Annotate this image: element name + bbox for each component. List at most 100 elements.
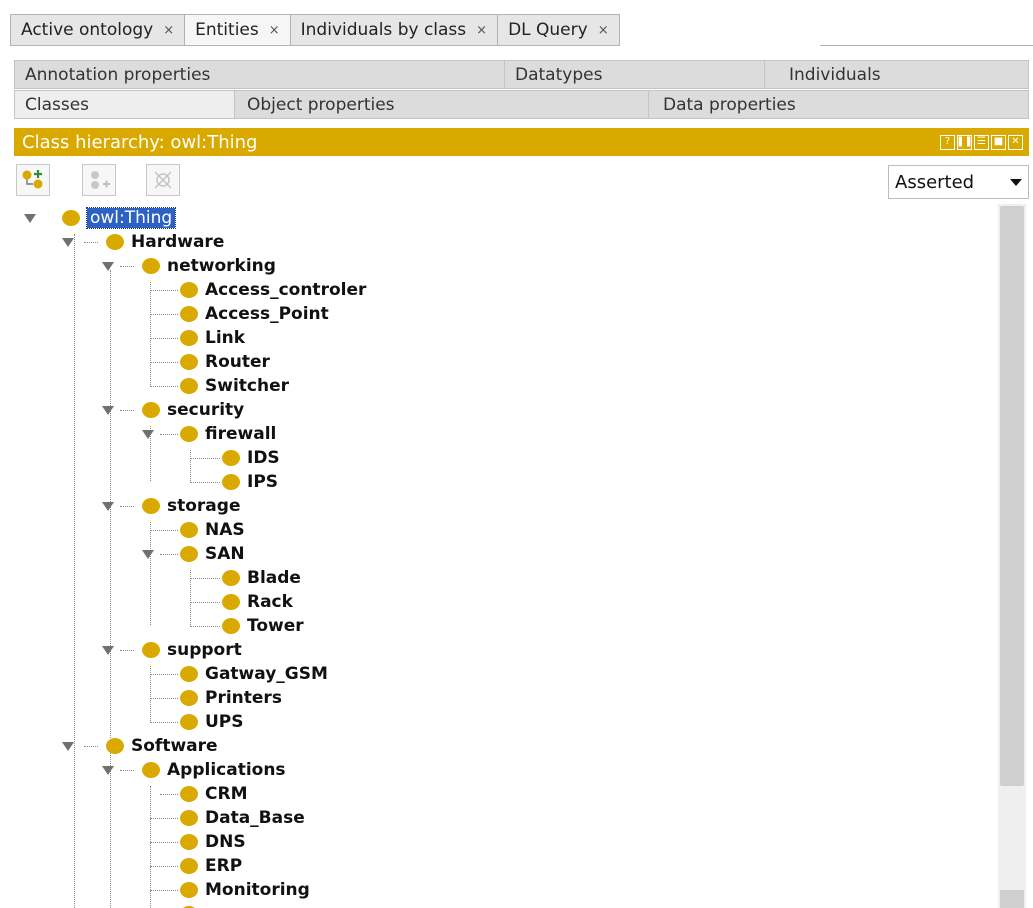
node-label: Switcher [205, 376, 289, 396]
hierarchy-mode-select[interactable]: Asserted [888, 165, 1029, 199]
node-label: Router [205, 352, 270, 372]
tree-node-ids[interactable]: IDS [222, 446, 280, 470]
tree-node-data-base[interactable]: Data_Base [180, 806, 305, 830]
expand-toggle-icon[interactable] [142, 430, 154, 439]
class-icon [222, 450, 240, 466]
tree-node-nas[interactable]: NAS [180, 518, 245, 542]
scrollbar-thumb[interactable] [1000, 206, 1024, 786]
tree-node-hardware[interactable]: Hardware [106, 230, 224, 254]
tree-node-erp[interactable]: ERP [180, 854, 242, 878]
tab-individuals-by-class[interactable]: Individuals by class × [289, 14, 498, 46]
tab-entities[interactable]: Entities × [184, 14, 290, 46]
close-icon[interactable]: ✕ [1008, 134, 1023, 150]
expand-toggle-icon[interactable] [102, 766, 114, 775]
class-hierarchy-header: Class hierarchy: owl:Thing ? ❚❚ ☰ ■ ✕ [14, 128, 1029, 156]
tree-node-router[interactable]: Router [180, 350, 270, 374]
tree-node-owl-thing[interactable]: owl:Thing [62, 206, 177, 230]
view-title: Class hierarchy: owl:Thing [22, 131, 258, 153]
tree-node-gatway-gsm[interactable]: Gatway_GSM [180, 662, 328, 686]
node-label: DNS [205, 832, 246, 852]
tab-active-ontology[interactable]: Active ontology × [10, 14, 185, 46]
tree-node-security[interactable]: security [142, 398, 244, 422]
class-icon [180, 858, 198, 874]
tree-node-software[interactable]: Software [106, 734, 218, 758]
tab-datatypes[interactable]: Datatypes [504, 60, 764, 89]
tab-label: Active ontology [21, 20, 154, 40]
tree-node-dns[interactable]: DNS [180, 830, 246, 854]
expand-toggle-icon[interactable] [102, 262, 114, 271]
tree-node-san[interactable]: SAN [180, 542, 245, 566]
class-icon [180, 786, 198, 802]
expand-toggle-icon[interactable] [142, 550, 154, 559]
tab-classes[interactable]: Classes [14, 90, 234, 119]
expand-toggle-icon[interactable] [24, 214, 36, 223]
tree-node-printers[interactable]: Printers [180, 686, 282, 710]
tree-node-storage[interactable]: storage [142, 494, 240, 518]
tab-object-properties[interactable]: Object properties [234, 90, 648, 119]
tab-dl-query[interactable]: DL Query × [497, 14, 620, 46]
tab-label: Individuals by class [300, 20, 467, 40]
tree-node-rack[interactable]: Rack [222, 590, 293, 614]
class-icon [180, 834, 198, 850]
class-icon [180, 546, 198, 562]
split-vertical-icon[interactable]: ❚❚ [956, 134, 973, 150]
tab-label: Entities [195, 20, 259, 40]
class-icon [180, 282, 198, 298]
tree-node-partial[interactable] [180, 902, 205, 908]
tree-node-ips[interactable]: IPS [222, 470, 278, 494]
node-label: Access_controler [205, 280, 367, 300]
tree-node-tower[interactable]: Tower [222, 614, 304, 638]
close-icon[interactable]: × [598, 23, 609, 38]
close-icon[interactable]: × [269, 23, 280, 38]
add-sibling-button[interactable] [82, 164, 116, 196]
class-icon [180, 306, 198, 322]
tree-node-applications[interactable]: Applications [142, 758, 286, 782]
expand-toggle-icon[interactable] [102, 502, 114, 511]
node-label: Data_Base [205, 808, 305, 828]
class-icon [180, 354, 198, 370]
class-icon [142, 498, 160, 514]
expand-toggle-icon[interactable] [62, 742, 74, 751]
tree-node-support[interactable]: support [142, 638, 242, 662]
tree-node-monitoring[interactable]: Monitoring [180, 878, 310, 902]
tree-node-access-point[interactable]: Access_Point [180, 302, 329, 326]
expand-toggle-icon[interactable] [102, 406, 114, 415]
tree-node-access-controler[interactable]: Access_controler [180, 278, 366, 302]
tree-node-blade[interactable]: Blade [222, 566, 301, 590]
expand-toggle-icon[interactable] [62, 238, 74, 247]
tree-node-switcher[interactable]: Switcher [180, 374, 289, 398]
node-label: Tower [247, 616, 304, 636]
class-icon [106, 234, 124, 250]
help-icon[interactable]: ? [940, 134, 955, 150]
tab-annotation-properties[interactable]: Annotation properties [14, 60, 504, 89]
class-icon [180, 882, 198, 898]
tab-data-properties[interactable]: Data properties [648, 90, 1029, 119]
tab-label: Individuals [789, 64, 881, 85]
close-icon[interactable]: × [163, 23, 174, 38]
entity-subtabs-row-1: Annotation properties Datatypes Individu… [14, 60, 1029, 89]
tree-node-crm[interactable]: CRM [180, 782, 247, 806]
class-icon [222, 594, 240, 610]
split-horizontal-icon[interactable]: ☰ [974, 134, 989, 150]
add-subclass-button[interactable] [16, 164, 50, 196]
node-label: Software [131, 736, 218, 756]
tree-node-networking[interactable]: networking [142, 254, 276, 278]
class-hierarchy-tree[interactable]: owl:Thing Hardware networking Access_con… [14, 204, 998, 908]
delete-class-button[interactable] [146, 164, 180, 196]
scrollbar-down-button[interactable] [1000, 890, 1024, 908]
tab-label: Object properties [247, 94, 395, 115]
tree-node-firewall[interactable]: firewall [180, 422, 276, 446]
selected-value: Asserted [895, 171, 975, 193]
close-icon[interactable]: × [476, 23, 487, 38]
tree-node-ups[interactable]: UPS [180, 710, 244, 734]
node-label: NAS [205, 520, 245, 540]
class-icon [180, 522, 198, 538]
tab-individuals[interactable]: Individuals [764, 60, 1029, 89]
class-icon [142, 762, 160, 778]
class-icon [222, 474, 240, 490]
expand-toggle-icon[interactable] [102, 646, 114, 655]
node-label: networking [167, 256, 276, 276]
maximize-icon[interactable]: ■ [991, 134, 1006, 150]
entity-subtabs-row-2: Classes Object properties Data propertie… [14, 90, 1029, 119]
tree-node-link[interactable]: Link [180, 326, 245, 350]
